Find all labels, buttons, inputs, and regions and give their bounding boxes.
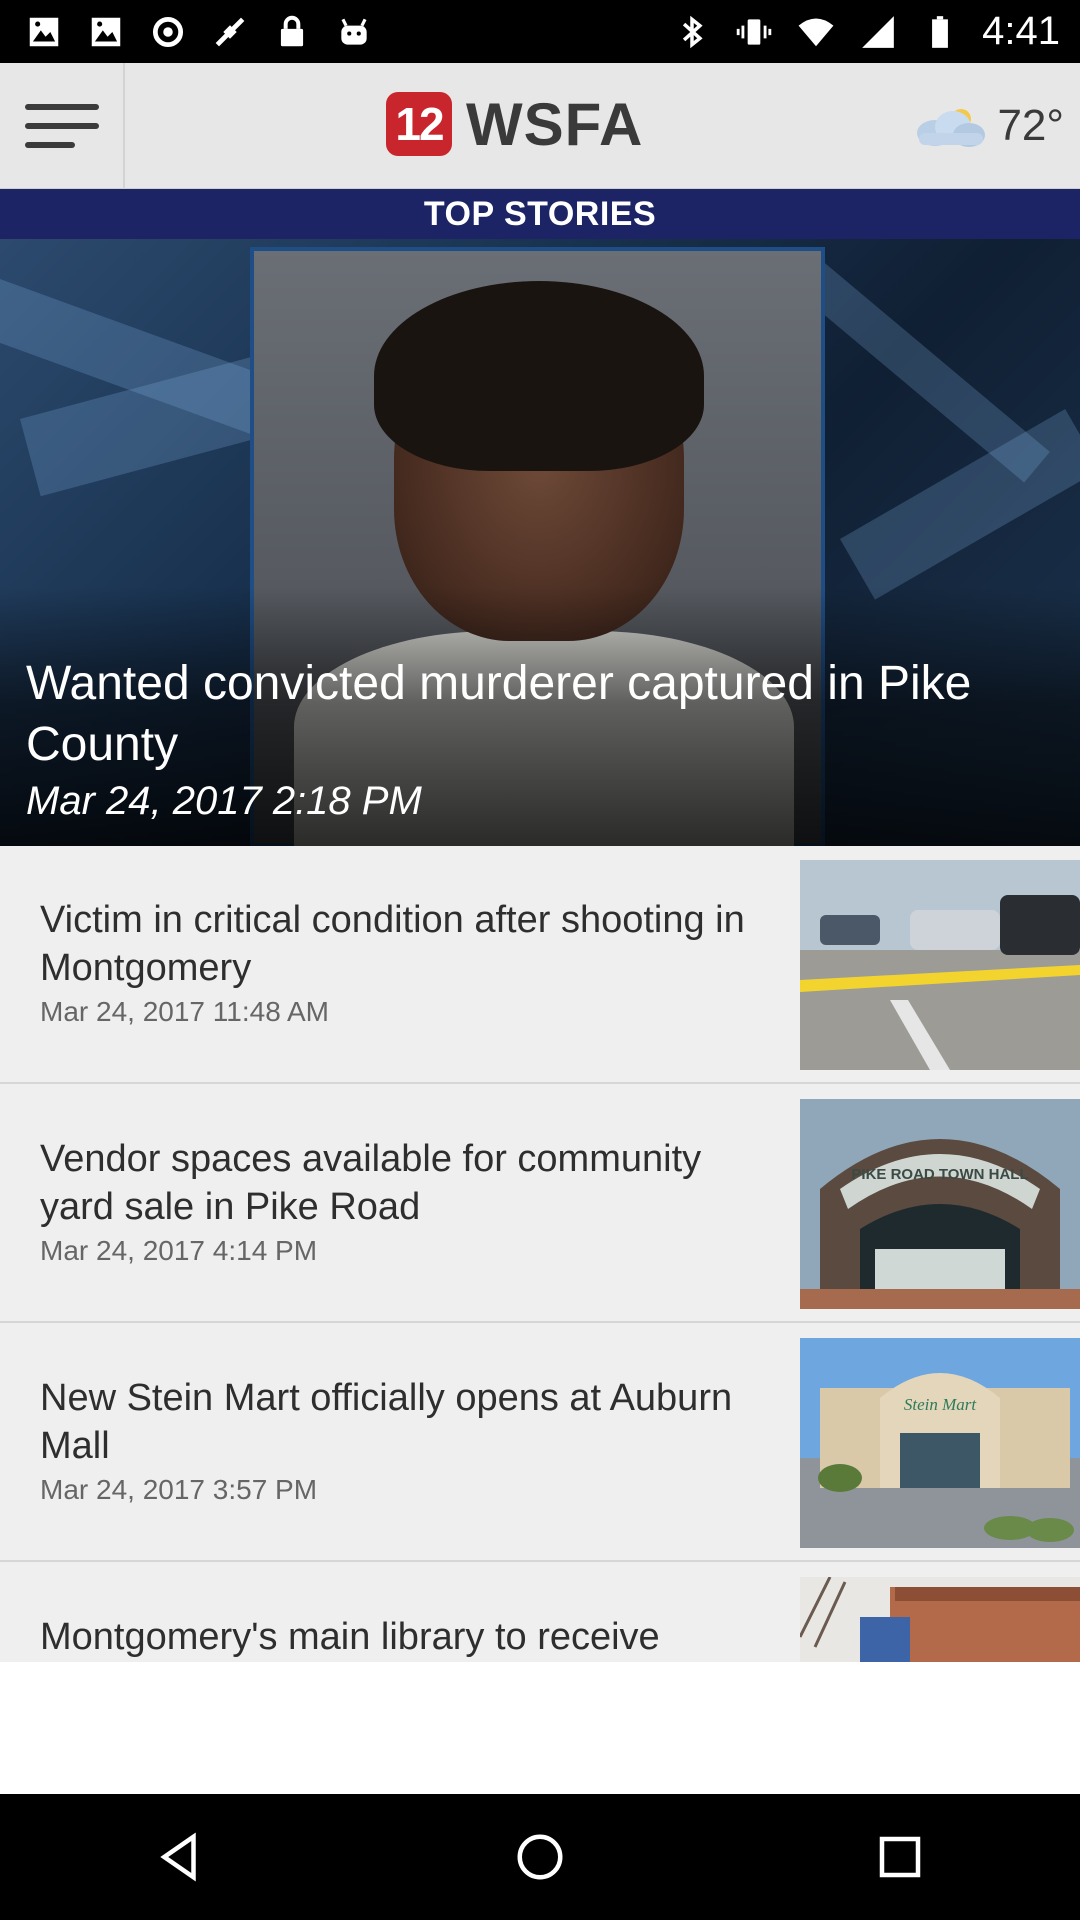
list-item[interactable]: New Stein Mart officially opens at Aubur… [0, 1324, 1080, 1562]
story-date: Mar 24, 2017 4:14 PM [40, 1235, 318, 1266]
app-header: 12 WSFA 72° [0, 63, 1080, 189]
vibrate-icon [734, 12, 774, 52]
android-icon [334, 12, 374, 52]
town-hall-sign: PIKE ROAD TOWN HALL [851, 1166, 1028, 1183]
gallery-icon [24, 12, 64, 52]
clock: 4:41 [982, 9, 1060, 53]
back-button[interactable] [120, 1807, 240, 1907]
story-title: Vendor spaces available for community ya… [40, 1138, 702, 1228]
home-icon [517, 1834, 563, 1880]
back-icon [160, 1832, 196, 1882]
hero-title: Wanted convicted murderer captured in Pi… [26, 657, 972, 771]
wsfa-logo[interactable]: 12 WSFA [386, 89, 643, 159]
list-item[interactable]: Montgomery's main library to receive [0, 1563, 1080, 1662]
story-date: Mar 24, 2017 3:57 PM [40, 1474, 318, 1505]
blank-area [0, 1662, 1080, 1794]
recents-icon [879, 1836, 921, 1878]
story-title: New Stein Mart officially opens at Aubur… [40, 1377, 733, 1467]
system-icons: 4:41 [672, 0, 1060, 63]
cell-signal-icon [858, 12, 898, 52]
bluetooth-icon [672, 12, 712, 52]
gallery-icon [86, 12, 126, 52]
hero-date: Mar 24, 2017 2:18 PM [26, 779, 422, 823]
settings-icon [148, 12, 188, 52]
story-list: Victim in critical condition after shoot… [0, 846, 1080, 1662]
gps-fake-icon [210, 12, 250, 52]
wifi-icon [796, 12, 836, 52]
list-item[interactable]: Victim in critical condition after shoot… [0, 846, 1080, 1084]
story-thumbnail: Stein Mart [800, 1338, 1080, 1548]
story-thumbnail: PIKE ROAD TOWN HALL [800, 1099, 1080, 1309]
notification-icons [24, 10, 374, 54]
top-stories-banner: TOP STORIES [0, 189, 1080, 239]
lock-icon [272, 12, 312, 52]
story-date: Mar 24, 2017 11:48 AM [40, 996, 329, 1027]
story-title: Montgomery's main library to receive [40, 1616, 660, 1658]
navigation-bar [0, 1794, 1080, 1920]
story-thumbnail [800, 860, 1080, 1070]
weather-widget[interactable]: 72° [909, 63, 1064, 189]
stein-mart-sign: Stein Mart [904, 1395, 978, 1414]
hamburger-icon [24, 104, 99, 148]
logo-text: WSFA [466, 90, 644, 158]
story-thumbnail [800, 1577, 1080, 1662]
story-title: Victim in critical condition after shoot… [40, 899, 745, 989]
list-item[interactable]: Vendor spaces available for community ya… [0, 1085, 1080, 1323]
recents-button[interactable] [840, 1807, 960, 1907]
temperature: 72° [997, 101, 1064, 150]
menu-button[interactable] [0, 63, 125, 189]
battery-icon [920, 12, 960, 52]
logo-badge: 12 [386, 92, 452, 156]
cloudy-icon [917, 109, 986, 147]
home-button[interactable] [480, 1807, 600, 1907]
status-bar: 4:41 [0, 0, 1080, 63]
hero-story[interactable]: Wanted convicted murderer captured in Pi… [0, 239, 1080, 846]
